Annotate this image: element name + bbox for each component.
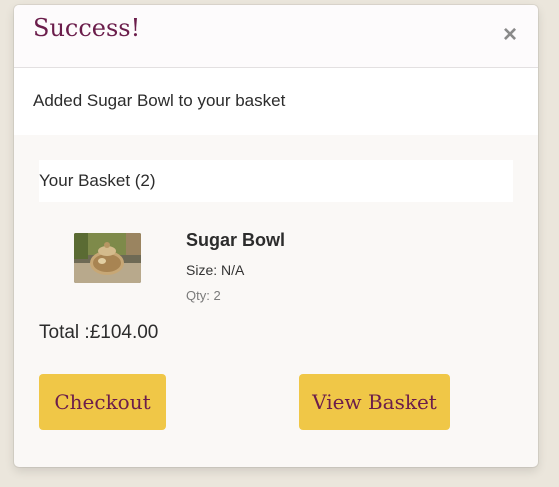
close-icon[interactable]: × (503, 21, 517, 48)
toast-title: Success! (33, 14, 141, 42)
basket-header-label: Your Basket (2) (39, 171, 156, 190)
toast-header: Success! × (14, 5, 538, 68)
success-toast: Success! × Added Sugar Bowl to your bask… (14, 5, 538, 467)
product-qty: Qty: 2 (186, 288, 221, 303)
toast-message-row: Added Sugar Bowl to your basket (14, 68, 538, 135)
product-image (74, 233, 141, 283)
checkout-button[interactable]: Checkout (39, 374, 166, 430)
close-button[interactable]: × (498, 23, 522, 47)
view-basket-button[interactable]: View Basket (299, 374, 450, 430)
toast-message: Added Sugar Bowl to your basket (33, 91, 286, 110)
sugar-bowl-photo-icon (74, 233, 141, 283)
product-size: Size: N/A (186, 262, 245, 278)
basket-total: Total :£104.00 (39, 322, 159, 343)
basket-header: Your Basket (2) (39, 160, 513, 202)
product-name: Sugar Bowl (186, 230, 286, 250)
